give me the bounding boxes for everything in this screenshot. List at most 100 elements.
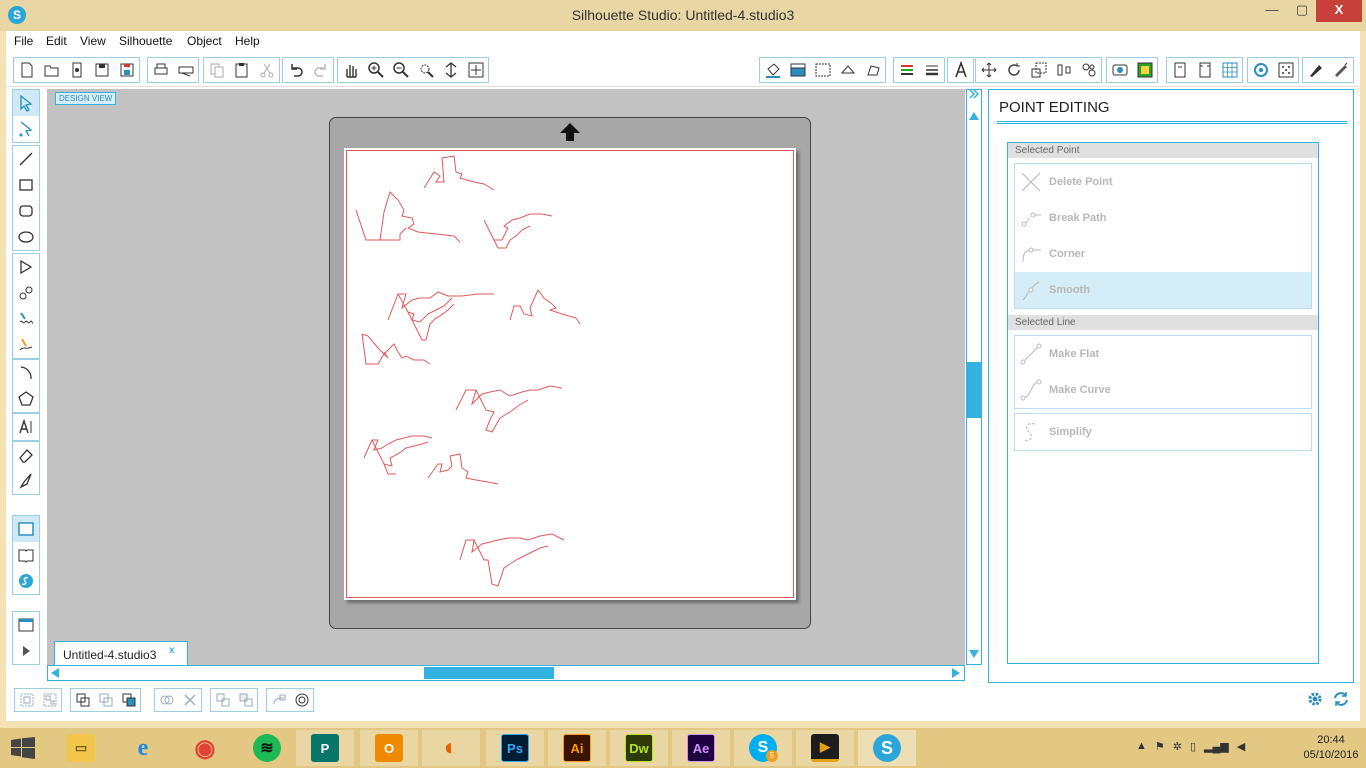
tray-expand-icon[interactable]: ▲ — [1136, 740, 1147, 753]
cut-style-button[interactable] — [894, 58, 919, 82]
undo-button[interactable] — [283, 58, 308, 82]
send-backward-button[interactable] — [211, 689, 234, 711]
taskbar-internet-explorer[interactable]: e — [114, 730, 172, 766]
curve-tool[interactable] — [13, 280, 39, 306]
design-store-button[interactable] — [1328, 58, 1353, 82]
tray-network-share-icon[interactable]: ✲ — [1173, 740, 1182, 753]
text-style-button[interactable] — [948, 58, 973, 82]
taskbar-photoshop[interactable]: Ps — [486, 730, 544, 766]
break-path-button[interactable]: Break Path — [1015, 200, 1311, 236]
replicate-button[interactable] — [1076, 58, 1101, 82]
document-tab[interactable]: Untitled-4.studio3 x — [54, 641, 188, 665]
scroll-up-icon[interactable] — [968, 110, 980, 122]
menu-edit[interactable]: Edit — [46, 34, 67, 48]
maximize-button[interactable]: ▢ — [1288, 0, 1316, 22]
fill-pattern-button[interactable] — [810, 58, 835, 82]
close-button[interactable]: X — [1316, 0, 1362, 22]
taskbar-firefox[interactable]: ◐ — [422, 730, 480, 766]
move-button[interactable] — [1051, 58, 1076, 82]
offset-button[interactable] — [1107, 58, 1132, 82]
volume-icon[interactable]: ◀ — [1237, 740, 1245, 753]
horizontal-scrollbar[interactable] — [47, 665, 965, 681]
offset-bottom-button[interactable] — [290, 689, 313, 711]
corner-button[interactable]: Corner — [1015, 236, 1311, 272]
copy-button[interactable] — [204, 58, 229, 82]
polygon-tool[interactable] — [13, 254, 39, 280]
battery-icon[interactable]: ▯ — [1190, 740, 1196, 753]
menu-view[interactable]: View — [80, 34, 106, 48]
simplify-button[interactable]: Simplify — [1015, 414, 1311, 450]
new-file-button[interactable] — [14, 58, 39, 82]
action-center-flag-icon[interactable]: ⚑ — [1155, 740, 1165, 753]
design-canvas[interactable]: DESIGN VIEW — [47, 89, 965, 665]
taskbar-outlook[interactable]: O — [360, 730, 418, 766]
paper-area[interactable] — [344, 148, 796, 600]
settings-gear-icon[interactable] — [1306, 690, 1324, 708]
redo-button[interactable] — [308, 58, 333, 82]
taskbar-after-effects[interactable]: Ae — [672, 730, 730, 766]
make-flat-button[interactable]: Make Flat — [1015, 336, 1311, 372]
bring-forward-button[interactable] — [117, 689, 140, 711]
line-weight-button[interactable] — [919, 58, 944, 82]
taskbar-plex[interactable]: ▶ — [796, 730, 854, 766]
taskbar-illustrator[interactable]: Ai — [548, 730, 606, 766]
rounded-rectangle-tool[interactable] — [13, 198, 39, 224]
release-compound-button[interactable] — [94, 689, 117, 711]
rotate-button[interactable] — [1001, 58, 1026, 82]
expand-button[interactable] — [13, 638, 39, 664]
pixscan-button[interactable] — [1273, 58, 1298, 82]
system-clock[interactable]: 20:44 05/10/2016 — [1302, 733, 1360, 763]
zoom-out-button[interactable] — [388, 58, 413, 82]
send-to-silhouette-button[interactable] — [173, 58, 198, 82]
vertical-scrollbar[interactable] — [966, 89, 982, 665]
send-to-back-button[interactable] — [234, 689, 257, 711]
pan-button[interactable] — [338, 58, 363, 82]
vertical-scroll-thumb[interactable] — [967, 362, 981, 418]
library-view-button[interactable] — [13, 542, 39, 568]
trace-button[interactable] — [1132, 58, 1157, 82]
registration-marks-button[interactable] — [1192, 58, 1217, 82]
print-button[interactable] — [148, 58, 173, 82]
store-view-button[interactable] — [13, 568, 39, 594]
zoom-select-button[interactable] — [413, 58, 438, 82]
design-view-button[interactable] — [13, 516, 39, 542]
make-curve-button[interactable]: Make Curve — [1015, 372, 1311, 408]
taskbar-file-explorer[interactable]: ▭ — [52, 730, 110, 766]
menu-file[interactable]: File — [14, 34, 33, 48]
sketch-button[interactable] — [1303, 58, 1328, 82]
scroll-down-icon[interactable] — [968, 648, 980, 660]
line-tool[interactable] — [13, 146, 39, 172]
rectangle-tool[interactable] — [13, 172, 39, 198]
grid-button[interactable] — [1217, 58, 1242, 82]
scale-button[interactable] — [1026, 58, 1051, 82]
windows-start-icon[interactable] — [10, 737, 36, 759]
fit-to-page-button[interactable] — [463, 58, 488, 82]
delete-point-button[interactable]: Delete Point — [1015, 164, 1311, 200]
cut-button[interactable] — [254, 58, 279, 82]
menu-silhouette[interactable]: Silhouette — [119, 34, 172, 48]
smooth-button[interactable]: Smooth — [1015, 272, 1311, 308]
paste-button[interactable] — [229, 58, 254, 82]
taskbar-publisher[interactable]: P — [296, 730, 354, 766]
freehand-tool[interactable] — [13, 306, 39, 332]
knife-tool[interactable] — [13, 468, 39, 494]
make-compound-button[interactable] — [71, 689, 94, 711]
arc-tool[interactable] — [13, 360, 39, 386]
drag-zoom-button[interactable] — [438, 58, 463, 82]
minimize-button[interactable]: — — [1258, 0, 1286, 22]
open-library-button[interactable] — [64, 58, 89, 82]
line-style-button[interactable] — [860, 58, 885, 82]
weld-button[interactable] — [155, 689, 178, 711]
text-tool[interactable] — [13, 414, 39, 440]
save-button[interactable] — [89, 58, 114, 82]
smooth-freehand-tool[interactable] — [13, 332, 39, 358]
document-tab-close-button[interactable]: x — [169, 645, 175, 656]
ungroup-button[interactable] — [38, 689, 61, 711]
taskbar-spotify[interactable]: ≋ — [238, 730, 296, 766]
menu-help[interactable]: Help — [235, 34, 260, 48]
select-tool[interactable] — [13, 90, 39, 116]
taskbar-chrome[interactable]: ◉ — [176, 730, 234, 766]
eraser-tool[interactable] — [13, 442, 39, 468]
window-toggle-button[interactable] — [13, 612, 39, 638]
delete-button[interactable] — [178, 689, 201, 711]
